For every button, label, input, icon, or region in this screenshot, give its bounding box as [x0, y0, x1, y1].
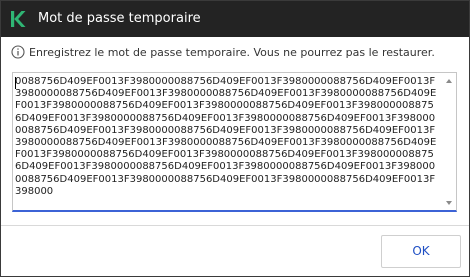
temporary-password-field[interactable]: 0088756D409EF0013F3980000088756D409EF001…: [12, 72, 457, 212]
kaspersky-logo-icon: [11, 11, 26, 27]
info-circle-icon: [11, 45, 25, 59]
text-caret: [15, 77, 16, 89]
temporary-password-value[interactable]: 0088756D409EF0013F3980000088756D409EF001…: [15, 76, 440, 198]
title-bar: Mot de passe temporaire: [1, 1, 469, 37]
ok-button[interactable]: OK: [381, 235, 461, 268]
info-message: Enregistrez le mot de passe temporaire. …: [11, 45, 466, 61]
scroll-down-arrow-icon[interactable]: [445, 199, 453, 207]
footer-divider: [1, 225, 469, 226]
temporary-password-dialog: Mot de passe temporaire Enregistrez le m…: [0, 0, 470, 277]
info-text: Enregistrez le mot de passe temporaire. …: [29, 46, 435, 59]
scroll-up-arrow-icon[interactable]: [445, 77, 453, 85]
dialog-title: Mot de passe temporaire: [38, 11, 201, 26]
vertical-scrollbar[interactable]: [444, 75, 454, 209]
